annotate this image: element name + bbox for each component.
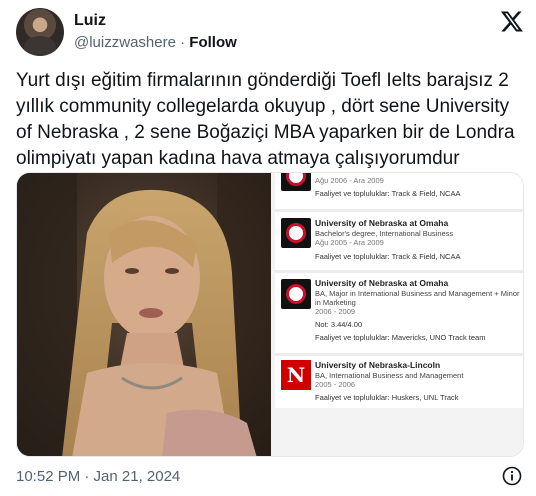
school-logo-icon xyxy=(281,173,311,191)
tweet-text: Yurt dışı eğitim firmalarının gönderdiği… xyxy=(16,70,515,169)
unomaha-logo-icon xyxy=(281,279,311,309)
tweet-card: Luiz @luizzwashere · Follow Yurt dışı eğ… xyxy=(0,0,536,496)
avatar[interactable] xyxy=(16,8,64,56)
handle-row: @luizzwashere · Follow xyxy=(74,34,237,51)
unl-logo-icon: N xyxy=(281,360,311,390)
education-entry[interactable]: University of Nebraska at Omaha BA, Majo… xyxy=(275,273,523,353)
education-school[interactable]: University of Nebraska at Omaha xyxy=(315,278,448,288)
unomaha-logo-icon xyxy=(281,218,311,248)
education-entry[interactable]: N University of Nebraska-Lincoln BA, Int… xyxy=(275,356,523,408)
follow-button[interactable]: Follow xyxy=(189,34,237,51)
education-activities: Faaliyet ve topluluklar: Mavericks, UNO … xyxy=(315,333,486,342)
education-dates: Ağu 2006 - Ara 2009 xyxy=(315,176,384,185)
media-container[interactable]: Ağu 2006 - Ara 2009 Faaliyet ve topluluk… xyxy=(16,172,524,457)
education-activities: Faaliyet ve topluluklar: Track & Field, … xyxy=(315,189,461,198)
separator: · xyxy=(180,34,186,51)
x-logo-icon[interactable] xyxy=(500,9,524,33)
education-degree: BA, International Business and Managemen… xyxy=(315,371,464,380)
education-school[interactable]: University of Nebraska-Lincoln xyxy=(315,360,440,370)
education-dates: Ağu 2005 - Ara 2009 xyxy=(315,238,384,247)
display-name[interactable]: Luiz xyxy=(74,12,106,30)
info-icon[interactable] xyxy=(502,466,522,486)
education-panel: Ağu 2006 - Ara 2009 Faaliyet ve topluluk… xyxy=(275,173,523,456)
education-entry[interactable]: Ağu 2006 - Ara 2009 Faaliyet ve topluluk… xyxy=(275,173,523,209)
education-degree: BA, Major in International Business and … xyxy=(315,289,520,307)
user-handle[interactable]: @luizzwashere xyxy=(74,34,176,51)
education-school[interactable]: University of Nebraska at Omaha xyxy=(315,218,448,228)
tweet-timestamp[interactable]: 10:52 PM · Jan 21, 2024 xyxy=(16,468,180,485)
education-dates: 2006 - 2009 xyxy=(315,307,356,316)
woman-photo-illustration xyxy=(17,173,271,456)
education-activities: Faaliyet ve topluluklar: Track & Field, … xyxy=(315,252,461,261)
education-grade: Not: 3.44/4.00 xyxy=(315,320,363,329)
woman-photo[interactable] xyxy=(17,173,271,456)
education-dates: 2005 - 2006 xyxy=(315,380,356,389)
education-entry[interactable]: University of Nebraska at Omaha Bachelor… xyxy=(275,212,523,270)
education-degree: Bachelor's degree, International Busines… xyxy=(315,229,454,238)
education-activities: Faaliyet ve topluluklar: Huskers, UNL Tr… xyxy=(315,393,459,402)
